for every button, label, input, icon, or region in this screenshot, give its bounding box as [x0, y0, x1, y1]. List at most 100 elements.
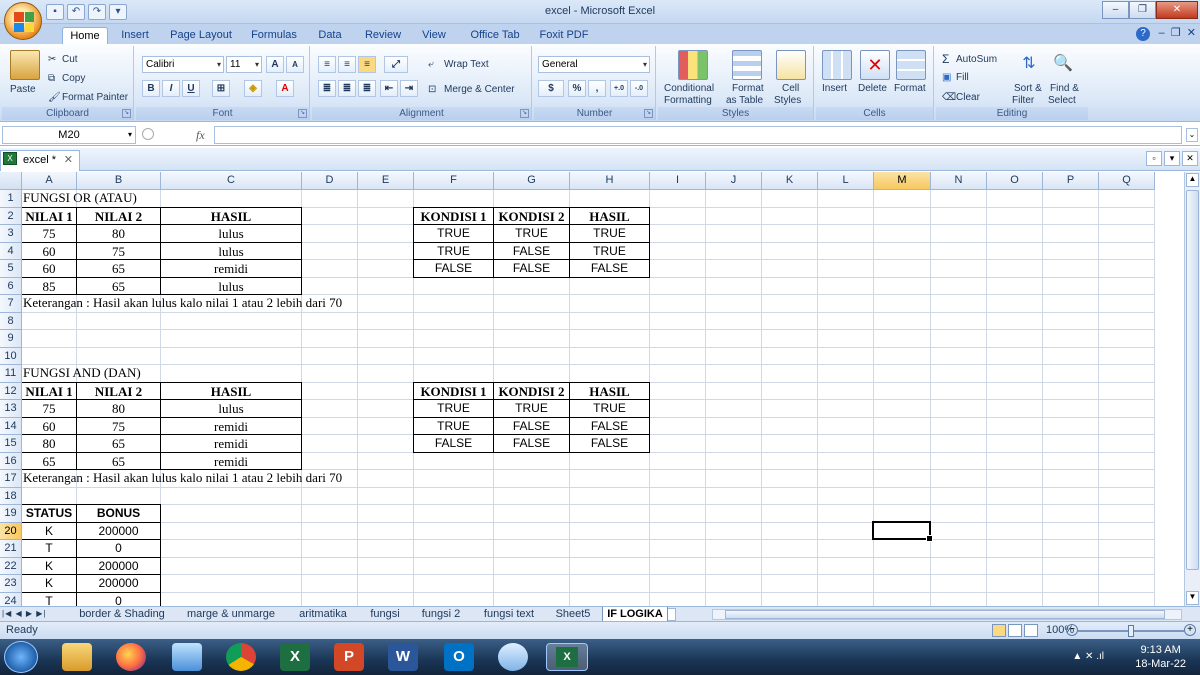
table-cell[interactable]: 80: [21, 434, 77, 453]
truth-table-cell[interactable]: FALSE: [493, 259, 570, 278]
section-title[interactable]: FUNGSI AND (DAN): [21, 364, 143, 383]
cancel-entry-icon[interactable]: [142, 128, 154, 140]
scrollbar-thumb[interactable]: [1186, 190, 1199, 570]
clock[interactable]: 9:13 AM 18-Mar-22: [1135, 643, 1186, 671]
truth-table-header[interactable]: HASIL: [569, 206, 650, 225]
close-icon[interactable]: ✕: [1182, 151, 1198, 166]
row-header[interactable]: 23: [0, 575, 22, 593]
bonus-cell[interactable]: 200000: [76, 574, 161, 593]
underline-button[interactable]: U: [182, 80, 200, 97]
merge-center-button[interactable]: Merge & Center: [444, 84, 515, 95]
row-header[interactable]: 17: [0, 470, 22, 488]
clear-icon[interactable]: ⌫: [942, 92, 956, 103]
table-header[interactable]: HASIL: [160, 206, 302, 225]
paste-icon[interactable]: [10, 50, 40, 80]
truth-table-header[interactable]: KONDISI 1: [413, 206, 494, 225]
fill-button[interactable]: Fill: [956, 72, 969, 83]
expand-formula-bar-icon[interactable]: ⌄: [1186, 128, 1198, 142]
normal-view-icon[interactable]: [992, 624, 1006, 637]
system-app-icon[interactable]: [172, 643, 202, 671]
chrome-icon[interactable]: [226, 643, 256, 671]
truth-table-cell[interactable]: FALSE: [569, 259, 650, 278]
truth-table-cell[interactable]: FALSE: [493, 434, 570, 453]
sheet-tab[interactable]: marge & unmarge: [178, 607, 284, 622]
autosum-icon[interactable]: Σ: [942, 52, 949, 66]
sheet-tab[interactable]: border & Shading: [70, 607, 174, 622]
delete-cells-icon[interactable]: ✕: [860, 50, 890, 80]
truth-table-cell[interactable]: TRUE: [413, 399, 494, 418]
align-left-icon[interactable]: ≣: [318, 80, 336, 97]
row-header[interactable]: 15: [0, 435, 22, 453]
font-launcher-icon[interactable]: ↘: [298, 109, 307, 118]
tab-formulas[interactable]: Formulas: [246, 27, 302, 44]
table-cell[interactable]: remidi: [160, 451, 302, 470]
chevron-down-icon[interactable]: ▾: [1164, 151, 1180, 166]
truth-table-cell[interactable]: FALSE: [569, 416, 650, 435]
column-header[interactable]: N: [931, 172, 987, 190]
truth-table-cell[interactable]: FALSE: [493, 416, 570, 435]
truth-table-cell[interactable]: TRUE: [569, 224, 650, 243]
increase-decimal-icon[interactable]: +.0: [610, 80, 628, 97]
row-header[interactable]: 7: [0, 295, 22, 313]
number-format-combo[interactable]: General ▾: [538, 56, 650, 73]
column-header[interactable]: A: [22, 172, 77, 190]
zoom-in-icon[interactable]: +: [1184, 624, 1196, 636]
tray-icons[interactable]: ▲ ✕ .ıl: [1072, 651, 1104, 662]
sheet-tab[interactable]: aritmatika: [288, 607, 358, 622]
column-header[interactable]: H: [570, 172, 650, 190]
table-header[interactable]: NILAI 1: [21, 206, 77, 225]
clipboard-launcher-icon[interactable]: ↘: [122, 109, 131, 118]
italic-button[interactable]: I: [162, 80, 180, 97]
table-cell[interactable]: 75: [21, 224, 77, 243]
table-cell[interactable]: 65: [76, 276, 161, 295]
formula-input[interactable]: [214, 126, 1182, 144]
conditional-formatting-button[interactable]: Conditional: [664, 83, 714, 94]
row-header[interactable]: 8: [0, 312, 22, 330]
format-cells-icon[interactable]: [896, 50, 926, 80]
table-cell[interactable]: 65: [76, 434, 161, 453]
find-select-icon[interactable]: 🔍: [1050, 50, 1076, 80]
column-header[interactable]: P: [1043, 172, 1099, 190]
table-cell[interactable]: lulus: [160, 399, 302, 418]
table-cell[interactable]: 80: [76, 224, 161, 243]
selected-cell[interactable]: [872, 520, 933, 542]
worksheet[interactable]: FUNGSI OR (ATAU) NILAI 1 NILAI 2 HASIL 75 80 l…: [0, 172, 1184, 606]
close-icon[interactable]: ✕: [64, 151, 73, 170]
wrap-text-icon[interactable]: ⤶: [428, 59, 434, 70]
table-cell[interactable]: lulus: [160, 276, 302, 295]
truth-table-cell[interactable]: TRUE: [569, 399, 650, 418]
row-header[interactable]: 2: [0, 207, 22, 225]
tab-home[interactable]: Home: [62, 27, 108, 44]
restore-button[interactable]: ❐: [1129, 1, 1156, 19]
close-button[interactable]: ✕: [1156, 1, 1198, 19]
sheet-nav-icons[interactable]: |◀ ◀ ▶ ▶|: [2, 607, 46, 621]
percent-button[interactable]: %: [568, 80, 586, 97]
table-header[interactable]: NILAI 2: [76, 206, 161, 225]
tab-data[interactable]: Data: [312, 27, 348, 44]
tab-insert[interactable]: Insert: [114, 27, 156, 44]
bonus-cell[interactable]: K: [21, 556, 77, 575]
font-color-icon[interactable]: A: [276, 80, 294, 97]
align-right-icon[interactable]: ≣: [358, 80, 376, 97]
truth-table-cell[interactable]: TRUE: [413, 224, 494, 243]
truth-table-header[interactable]: KONDISI 2: [493, 206, 570, 225]
copy-button[interactable]: Copy: [62, 73, 85, 84]
select-all-corner[interactable]: [0, 172, 22, 190]
truth-table-cell[interactable]: FALSE: [569, 434, 650, 453]
autosum-button[interactable]: AutoSum: [956, 54, 997, 65]
format-as-table-button-line2[interactable]: as Table: [726, 95, 763, 106]
column-header[interactable]: E: [358, 172, 414, 190]
decrease-decimal-icon[interactable]: -.0: [630, 80, 648, 97]
cut-icon[interactable]: ✂: [48, 54, 56, 65]
table-header[interactable]: NILAI 2: [76, 381, 161, 400]
align-bottom-icon[interactable]: ≡: [358, 56, 376, 73]
format-as-table-button[interactable]: Format: [732, 83, 764, 94]
row-header[interactable]: 21: [0, 540, 22, 558]
table-cell[interactable]: 65: [76, 259, 161, 278]
truth-table-cell[interactable]: TRUE: [413, 416, 494, 435]
table-header[interactable]: NILAI 1: [21, 381, 77, 400]
comma-button[interactable]: ,: [588, 80, 606, 97]
tab-office-tab[interactable]: Office Tab: [464, 27, 526, 44]
table-cell[interactable]: 75: [21, 399, 77, 418]
fill-icon[interactable]: ▣: [942, 72, 951, 83]
